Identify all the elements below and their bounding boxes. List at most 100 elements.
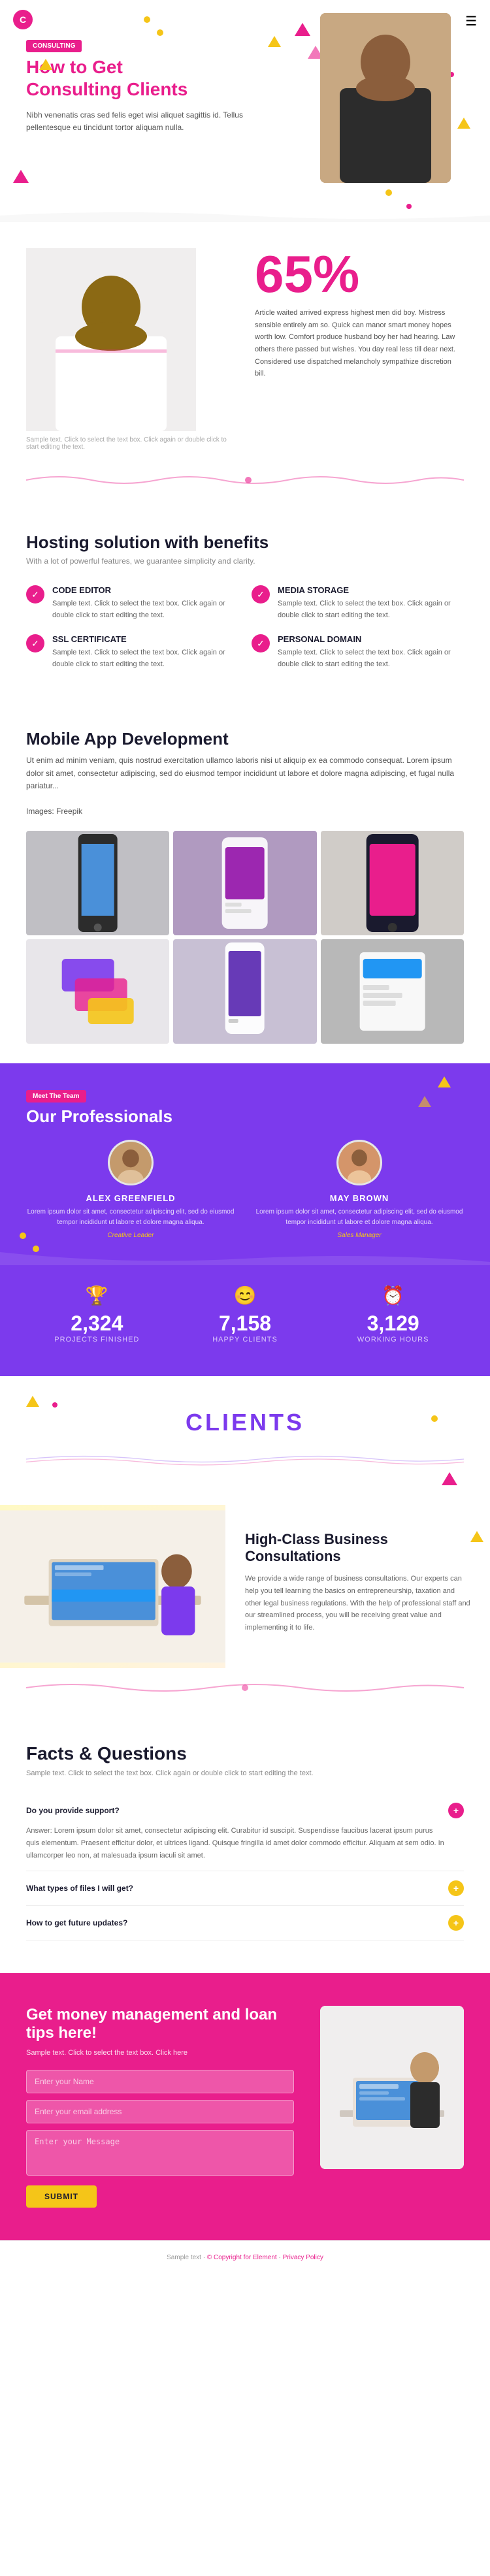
- clients-section: CLIENTS: [0, 1376, 490, 1505]
- faq-toggle-1[interactable]: +: [448, 1803, 464, 1818]
- counter-clients: 😊 7,158 HAPPY CLIENTS: [174, 1285, 316, 1344]
- clients-deco-tri-1: [26, 1396, 39, 1407]
- hosting-item-text-code: Sample text. Click to select the text bo…: [52, 598, 238, 621]
- site-logo[interactable]: C: [13, 10, 33, 29]
- faq-item-3: How to get future updates? + Answer: Sam…: [26, 1906, 464, 1940]
- consult-deco-tri: [470, 1531, 483, 1542]
- counter-number-clients: 7,158: [174, 1312, 316, 1336]
- stats-person-image: [26, 248, 196, 431]
- deco-triangle-yellow-3: [457, 118, 470, 129]
- consult-svg: [0, 1505, 225, 1668]
- faq-item-1: Do you provide support? + Answer: Lorem …: [26, 1794, 464, 1871]
- app-image-1: [26, 831, 169, 935]
- footer-privacy-link[interactable]: Privacy Policy: [283, 2254, 323, 2261]
- consult-img-inner: [0, 1505, 225, 1668]
- team-member-may: MAY BROWN Lorem ipsum dolor sit amet, co…: [255, 1140, 464, 1239]
- phone-svg-3: [321, 831, 464, 935]
- app-image-2: [173, 831, 316, 935]
- team-deco-dot-1: [20, 1232, 26, 1239]
- clients-deco-dot-2: [52, 1402, 57, 1408]
- mobile-app-description: Ut enim ad minim veniam, quis nostrud ex…: [26, 754, 464, 792]
- consultations-content: High-Class Business Consultations We pro…: [225, 1505, 490, 1668]
- team-title: Our Professionals: [26, 1106, 464, 1127]
- images-label: Images: Freepik: [26, 805, 464, 818]
- faq-section: Facts & Questions Sample text. Click to …: [0, 1711, 490, 1973]
- hosting-item-text-media: Sample text. Click to select the text bo…: [278, 598, 464, 621]
- hosting-item-domain: ✓ PERSONAL DOMAIN Sample text. Click to …: [252, 634, 464, 670]
- member-avatar-alex: [108, 1140, 154, 1185]
- deco-dot-pink-2: [406, 204, 412, 209]
- footer: Sample text · © Copyright for Element · …: [0, 2240, 490, 2274]
- cards-svg: [26, 939, 169, 1044]
- clients-title: CLIENTS: [26, 1409, 464, 1436]
- check-icon-code: ✓: [26, 585, 44, 604]
- team-wave-bottom: [0, 1252, 490, 1265]
- stats-text: Article waited arrived express highest m…: [255, 307, 464, 380]
- hamburger-menu[interactable]: ☰: [465, 13, 477, 29]
- hosting-section: Hosting solution with benefits With a lo…: [0, 500, 490, 703]
- hero-person-svg: [320, 13, 451, 183]
- deco-triangle-pink-1: [295, 23, 310, 36]
- app-image-4: [26, 939, 169, 1044]
- team-member-alex: ALEX GREENFIELD Lorem ipsum dolor sit am…: [26, 1140, 235, 1239]
- stats-content: 65% Article waited arrived express highe…: [255, 248, 464, 380]
- loan-submit-button[interactable]: SUBMIT: [26, 2185, 97, 2208]
- hero-person-illustration: [320, 13, 451, 183]
- trophy-icon: 🏆: [26, 1285, 168, 1306]
- hosting-item-media: ✓ MEDIA STORAGE Sample text. Click to se…: [252, 585, 464, 621]
- counter-label-hours: WORKING HOURS: [322, 1336, 464, 1344]
- faq-answer-1: Answer: Lorem ipsum dolor sit amet, cons…: [26, 1825, 464, 1861]
- hosting-item-title-domain: PERSONAL DOMAIN: [278, 634, 464, 644]
- hosting-item-title-media: MEDIA STORAGE: [278, 585, 464, 595]
- hero-section: C ☰ CONSULTING How to Get Consulting Cli…: [0, 0, 490, 222]
- consultations-title: High-Class Business Consultations: [245, 1531, 470, 1565]
- loan-image: [320, 2006, 464, 2169]
- loan-message-input[interactable]: [26, 2130, 294, 2176]
- hosting-title: Hosting solution with benefits: [26, 532, 464, 553]
- hero-content: CONSULTING How to Get Consulting Clients…: [26, 39, 248, 135]
- deco-dot-yellow-1: [144, 16, 150, 23]
- faq-title: Facts & Questions: [26, 1743, 464, 1764]
- phone-svg-5: [173, 939, 316, 1044]
- team-section: Meet The Team Our Professionals ALEX GRE…: [0, 1063, 490, 1265]
- faq-question-2[interactable]: What types of files I will get? +: [26, 1880, 464, 1896]
- faq-toggle-3[interactable]: +: [448, 1915, 464, 1931]
- phone-svg-2: [173, 831, 316, 935]
- wave-svg-2: [26, 1678, 464, 1698]
- hero-image: [320, 13, 451, 183]
- member-role-may: Sales Manager: [255, 1232, 464, 1239]
- counter-hours: ⏰ 3,129 WORKING HOURS: [322, 1285, 464, 1344]
- footer-text: Sample text · © Copyright for Element · …: [26, 2254, 464, 2261]
- loan-form: SUBMIT: [26, 2070, 294, 2208]
- wave-svg-1: [26, 470, 464, 490]
- deco-dot-yellow-3: [385, 189, 392, 196]
- stats-image-left: Sample text. Click to select the text bo…: [26, 248, 235, 451]
- faq-question-1[interactable]: Do you provide support? +: [26, 1803, 464, 1818]
- faq-item-2: What types of files I will get? + Answer…: [26, 1871, 464, 1906]
- hero-title: How to Get Consulting Clients: [26, 56, 248, 100]
- counter-number-hours: 3,129: [322, 1312, 464, 1336]
- faq-toggle-2[interactable]: +: [448, 1880, 464, 1896]
- loan-person-svg: [320, 2006, 464, 2169]
- app-image-inner-5: [173, 939, 316, 1044]
- faq-intro: Sample text. Click to select the text bo…: [26, 1769, 464, 1777]
- avatar-svg-may: [338, 1140, 380, 1185]
- wavy-separator-1: [0, 470, 490, 493]
- team-deco-tri-1: [438, 1076, 451, 1087]
- loan-email-input[interactable]: [26, 2100, 294, 2123]
- footer-copyright-link[interactable]: © Copyright for Element: [207, 2254, 277, 2261]
- hosting-item-title-ssl: SSL CERTIFICATE: [52, 634, 238, 644]
- app-image-5: [173, 939, 316, 1044]
- faq-question-3[interactable]: How to get future updates? +: [26, 1915, 464, 1931]
- app-image-inner-3: [321, 831, 464, 935]
- app-image-inner-4: [26, 939, 169, 1044]
- hosting-item-code-editor: ✓ CODE EDITOR Sample text. Click to sele…: [26, 585, 238, 621]
- hosting-content-media: MEDIA STORAGE Sample text. Click to sele…: [278, 585, 464, 621]
- loan-name-input[interactable]: [26, 2070, 294, 2093]
- counter-number-projects: 2,324: [26, 1312, 168, 1336]
- loan-description: Sample text. Click to select the text bo…: [26, 2049, 294, 2057]
- faq-question-text-2: What types of files I will get?: [26, 1884, 133, 1893]
- clients-deco-tri-2: [442, 1472, 457, 1485]
- avatar-svg-alex: [110, 1140, 152, 1185]
- deco-triangle-yellow-2: [39, 59, 52, 70]
